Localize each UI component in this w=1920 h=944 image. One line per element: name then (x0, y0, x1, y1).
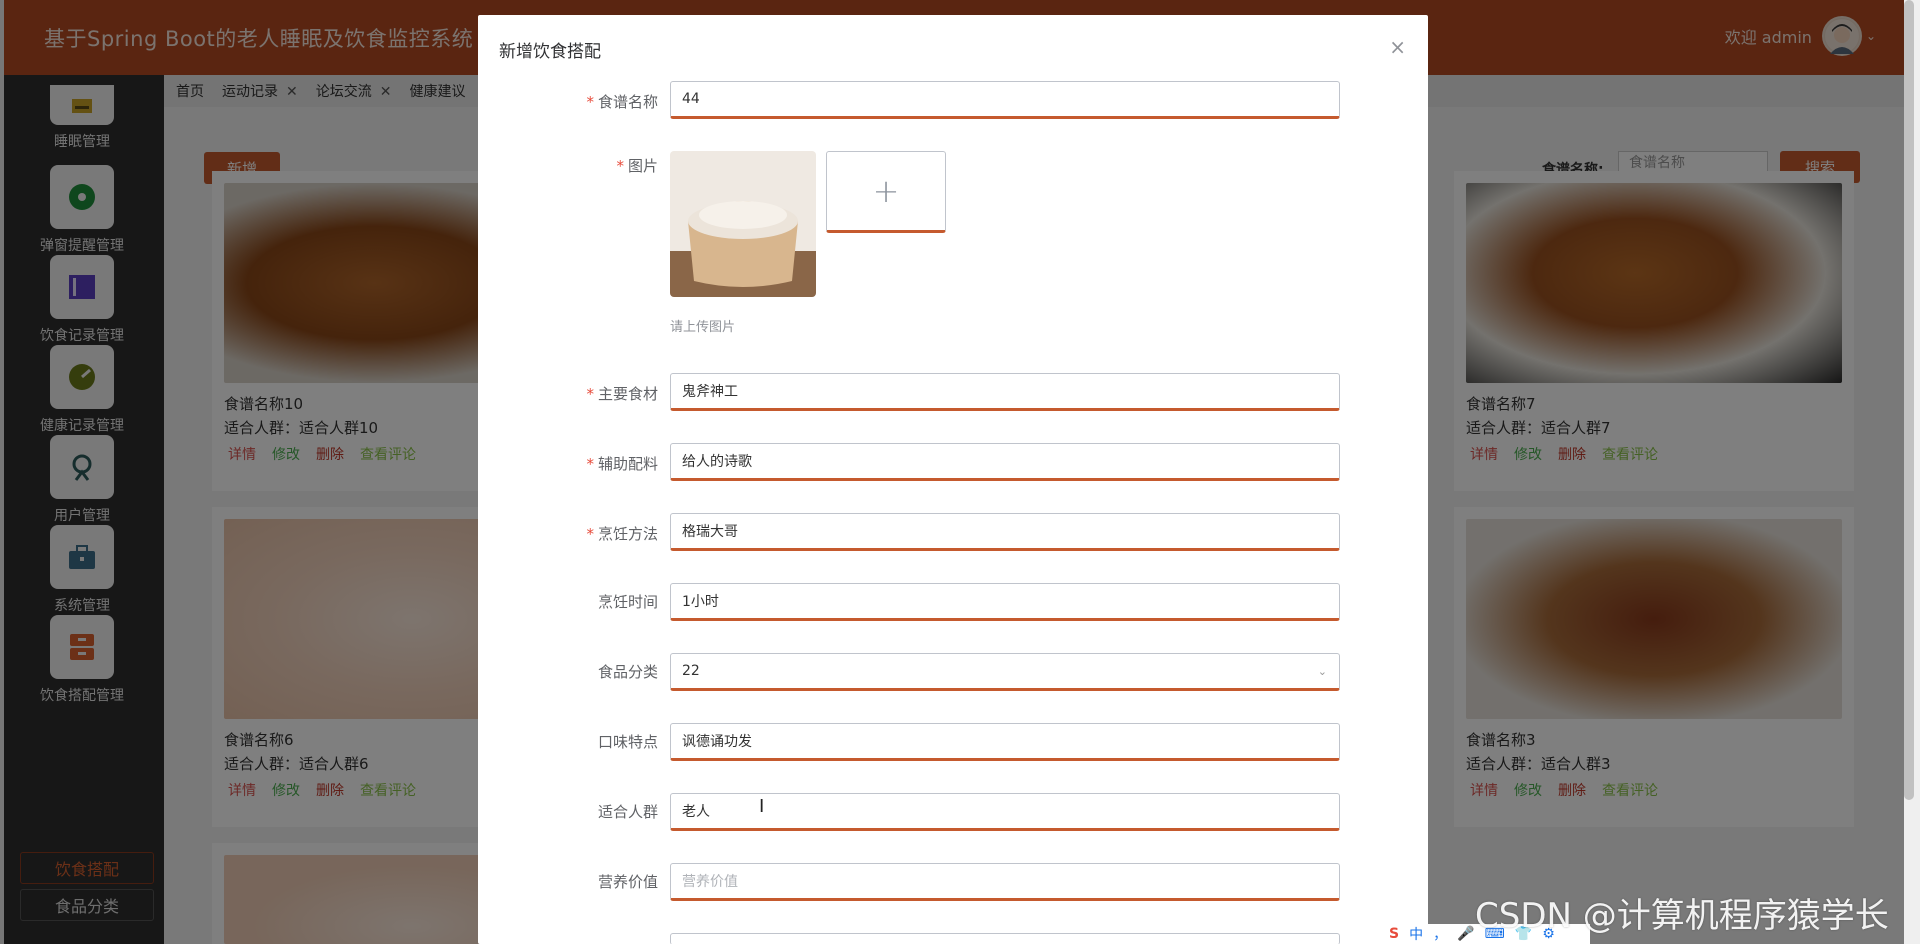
taste-input[interactable]: 讽德诵功发 (670, 723, 1340, 761)
chevron-down-icon: ⌄ (1317, 665, 1327, 678)
ime-punct[interactable]: ， (1433, 924, 1447, 944)
select-value: 22 (682, 663, 700, 679)
food-category-select[interactable]: 22 ⌄ (670, 653, 1340, 691)
ime-logo-icon: S (1389, 926, 1400, 942)
text-cursor-icon: I (759, 796, 765, 817)
field-label: 营养价值 (597, 873, 658, 891)
cooking-method-input[interactable]: 格瑞大哥 (670, 513, 1340, 551)
plus-icon: + (872, 172, 900, 210)
field-label: * 图片 (616, 157, 658, 175)
field-label: 口味特点 (597, 733, 658, 751)
crowd-input[interactable]: 老人 (670, 793, 1340, 831)
microphone-icon[interactable]: 🎤 (1457, 926, 1474, 942)
field-label: 适合人群 (597, 803, 658, 821)
aux-ingredient-input[interactable]: 给人的诗歌 (670, 443, 1340, 481)
ime-lang[interactable]: 中 (1409, 924, 1423, 944)
upload-tip: 请上传图片 (670, 320, 736, 335)
uploaded-image[interactable] (670, 151, 816, 297)
watermark: CSDN @计算机程序猿学长 (1475, 896, 1889, 936)
page-scrollbar[interactable] (1904, 0, 1914, 800)
upload-button[interactable]: + (826, 151, 946, 233)
field-label: 烹饪时间 (597, 593, 658, 611)
dialog-title: 新增饮食搭配 (499, 42, 601, 62)
close-icon[interactable]: × (1389, 35, 1406, 59)
main-ingredient-input[interactable]: 鬼斧神工 (670, 373, 1340, 411)
field-label: * 辅助配料 (586, 455, 658, 473)
recipe-name-input[interactable]: 44 (670, 81, 1340, 119)
field-label: * 主要食材 (586, 385, 658, 403)
nutrition-input[interactable]: 营养价值 (670, 863, 1340, 901)
field-label: * 烹饪方法 (586, 525, 658, 543)
cooking-time-input[interactable]: 1小时 (670, 583, 1340, 621)
uploaded-image-picture (670, 151, 816, 297)
field-label: * 食谱名称 (586, 93, 658, 111)
next-input[interactable] (670, 933, 1340, 944)
add-diet-dialog: 新增饮食搭配 × * 食谱名称 44 * 图片 + 请上传图片 * 主要食材 鬼斧神工… (478, 15, 1428, 944)
field-label: 食品分类 (597, 663, 658, 681)
